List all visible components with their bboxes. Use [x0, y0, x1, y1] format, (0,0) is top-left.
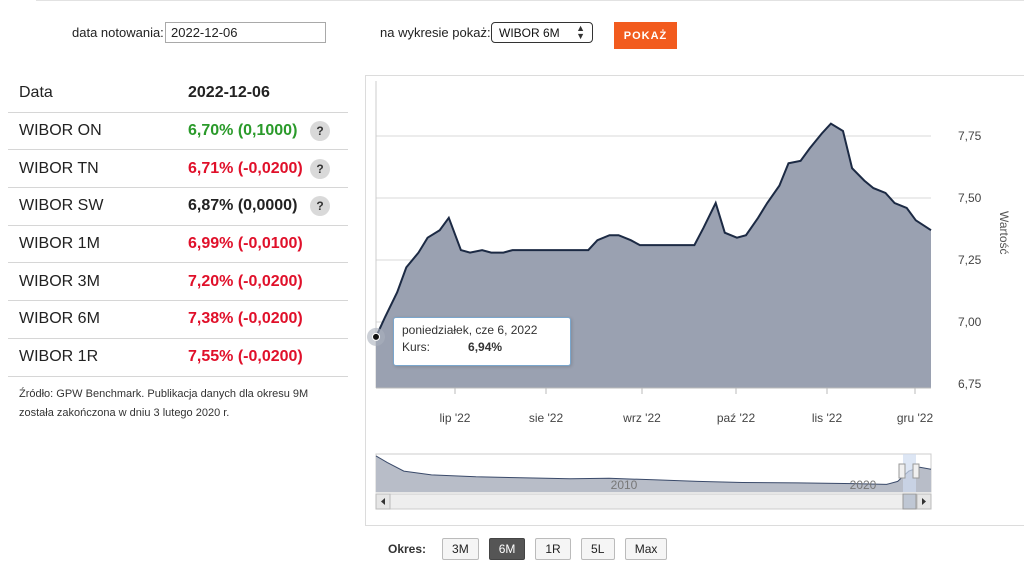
header-name: Data [19, 84, 53, 102]
period-selector: Okres: 3M 6M 1R 5L Max [388, 537, 668, 561]
navigator-handle-right [912, 463, 920, 479]
rate-name: WIBOR 3M [19, 272, 100, 290]
top-divider [36, 0, 1024, 1]
scrollbar-track [375, 493, 932, 510]
rate-name: WIBOR 1R [19, 348, 99, 366]
y-tick-label: 7,00 [958, 315, 982, 329]
period-5l-button[interactable]: 5L [580, 538, 615, 560]
y-tick-label: 7,25 [958, 253, 982, 267]
x-tick-label: paź '22 [717, 411, 756, 425]
rate-value: 7,38% (-0,0200) [188, 310, 303, 328]
navigator-label: 2010 [611, 478, 638, 492]
x-tick-label: lis '22 [812, 411, 843, 425]
x-tick-label: sie '22 [529, 411, 564, 425]
tooltip-label: Kurs: [402, 340, 431, 354]
select-arrows-icon: ▲ ▼ [576, 23, 585, 41]
x-tick-label: lip '22 [440, 411, 471, 425]
show-button[interactable]: POKAŻ [614, 22, 677, 49]
date-label: data notowania: [72, 25, 164, 40]
table-row: WIBOR ON 6,70% (0,1000) ? [8, 113, 348, 151]
rate-value: 7,55% (-0,0200) [188, 348, 303, 366]
period-max-button[interactable]: Max [624, 538, 668, 560]
rate-select[interactable]: WIBOR 6M ▲ ▼ [491, 22, 593, 43]
rate-chart[interactable]: 6,75 7,00 7,25 7,50 7,75 Wartość lip '22 sie '2… [366, 76, 1024, 527]
rate-name: WIBOR SW [19, 197, 104, 215]
table-row: WIBOR TN 6,71% (-0,0200) ? [8, 150, 348, 189]
rate-value: 6,71% (-0,0200) [188, 159, 303, 177]
y-tick-label: 6,75 [958, 377, 982, 391]
y-tick-label: 7,50 [958, 191, 982, 205]
rate-value: 6,70% (0,1000) [188, 122, 298, 140]
rate-name: WIBOR TN [19, 159, 99, 177]
table-row: WIBOR 6M 7,38% (-0,0200) [8, 301, 348, 339]
hover-point [372, 332, 380, 341]
y-axis-title: Wartość [997, 211, 1011, 255]
table-row: WIBOR 1M 6,99% (-0,0100) [8, 226, 348, 264]
navigator-label: 2020 [850, 478, 877, 492]
help-icon[interactable]: ? [310, 121, 330, 142]
rate-value: 6,87% (0,0000) [188, 197, 298, 215]
rate-name: WIBOR ON [19, 122, 102, 140]
rate-value: 7,20% (-0,0200) [188, 272, 303, 290]
period-3m-button[interactable]: 3M [442, 538, 479, 560]
y-tick-label: 7,75 [958, 129, 982, 143]
period-label: Okres: [388, 542, 427, 556]
help-icon[interactable]: ? [310, 196, 330, 217]
scrollbar-thumb [902, 493, 917, 510]
table-row: WIBOR 3M 7,20% (-0,0200) [8, 263, 348, 302]
period-6m-button[interactable]: 6M [488, 538, 526, 560]
table-row: WIBOR SW 6,87% (0,0000) ? [8, 188, 348, 226]
chart-tooltip: poniedziałek, cze 6, 2022 Kurs: 6,94% [393, 317, 571, 366]
chart-panel: 6,75 7,00 7,25 7,50 7,75 Wartość lip '22 sie '2… [365, 75, 1024, 526]
rate-name: WIBOR 1M [19, 235, 100, 253]
table-row: WIBOR 1R 7,55% (-0,0200) [8, 339, 348, 377]
rates-table: Data 2022-12-06 WIBOR ON 6,70% (0,1000) … [8, 75, 348, 377]
table-header-row: Data 2022-12-06 [8, 75, 348, 113]
rate-name: WIBOR 6M [19, 310, 100, 328]
source-note: Źródło: GPW Benchmark. Publikacja danych… [19, 388, 309, 419]
header-date: 2022-12-06 [188, 84, 270, 102]
rate-select-value: WIBOR 6M [499, 26, 560, 40]
chart-rate-label: na wykresie pokaż: [380, 25, 491, 40]
period-1r-button[interactable]: 1R [535, 538, 571, 560]
tooltip-value: 6,94% [468, 340, 503, 354]
rate-value: 6,99% (-0,0100) [188, 235, 303, 253]
navigator-handle-left [898, 463, 906, 479]
x-tick-label: gru '22 [897, 411, 934, 425]
tooltip-kurs: Kurs: 6,94% [402, 340, 562, 354]
tooltip-date: poniedziałek, cze 6, 2022 [402, 323, 538, 337]
x-tick-label: wrz '22 [622, 411, 661, 425]
date-input[interactable] [165, 22, 326, 43]
help-icon[interactable]: ? [310, 158, 330, 179]
